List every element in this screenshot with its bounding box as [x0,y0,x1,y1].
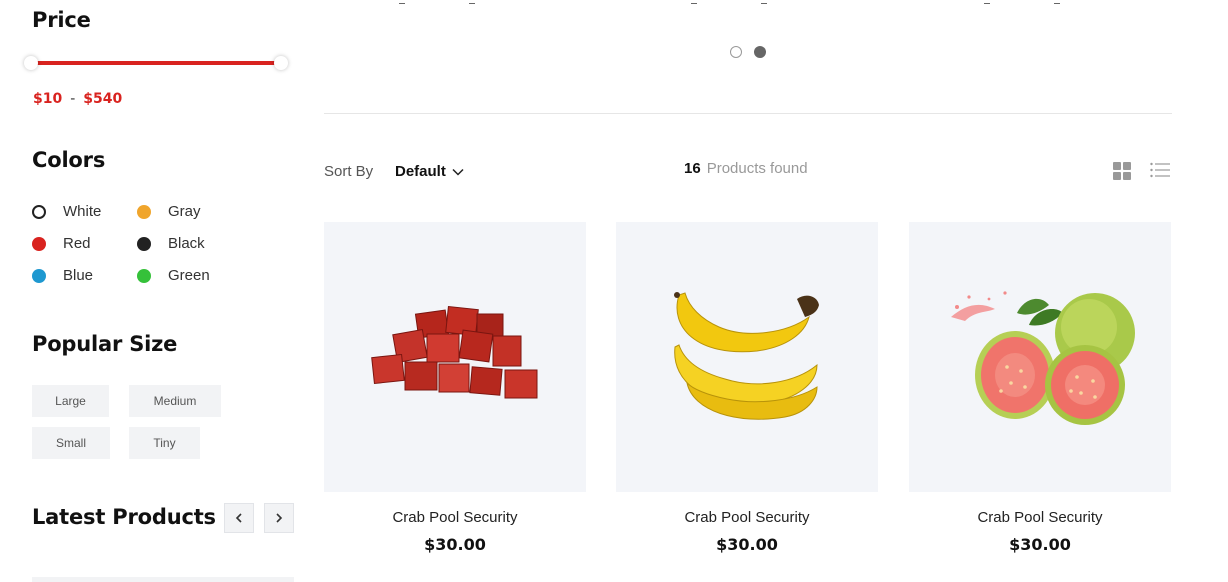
size-option-medium[interactable]: Medium [129,385,221,417]
color-label: Black [168,235,205,252]
products-found-label: Products found [706,160,808,177]
latest-product-card-peek [32,577,294,582]
color-swatch-black [137,236,151,251]
chevron-right-icon [276,513,283,523]
chevron-left-icon [235,513,242,523]
color-option-blue[interactable]: Blue [32,267,93,284]
product-price: $30.00 [424,535,486,554]
shop-page: Price $10- $540 Colors White Gray Red Bl… [0,0,1228,582]
color-option-green[interactable]: Green [137,267,210,284]
meat-cubes-image [371,305,538,399]
carousel-dot-1[interactable] [730,46,742,58]
price-slider-max-handle[interactable] [274,56,288,70]
sort-dropdown[interactable]: Default [395,163,464,180]
color-option-gray[interactable]: Gray [137,203,201,220]
guava-image [951,291,1135,425]
size-option-tiny[interactable]: Tiny [129,427,200,459]
product-price: $30.00 [716,535,778,554]
carousel-content-peek [324,0,1172,4]
color-swatch-green [137,268,151,283]
color-label: Blue [63,267,94,284]
color-label: Green [168,267,210,284]
product-listing: Sort By Default 16 Products found Crab P… [324,0,1172,582]
products-found-text: 16 Products found [684,160,808,177]
price-slider-min-handle[interactable] [24,56,38,70]
price-filter-title: Price [32,8,91,32]
size-option-small[interactable]: Small [32,427,110,459]
color-option-white[interactable]: White [32,203,101,220]
bananas-image [674,292,819,420]
product-card: Crab Pool Security $30.00 [616,222,878,554]
product-image-bananas[interactable] [616,222,878,492]
price-range-slider[interactable] [24,56,288,70]
product-price: $30.00 [1009,535,1071,554]
color-label: White [63,203,102,220]
price-range-readout: $10- $540 [33,91,122,107]
size-option-large[interactable]: Large [32,385,109,417]
product-image-guava[interactable] [909,222,1171,492]
color-swatch-gray [137,204,151,219]
color-option-red[interactable]: Red [32,235,91,252]
carousel-dot-2[interactable] [754,46,766,58]
grid-view-icon[interactable] [1113,162,1131,180]
latest-next-button[interactable] [264,503,294,533]
size-filter-title: Popular Size [32,332,178,356]
list-view-icon[interactable] [1150,162,1170,178]
color-label: Gray [168,203,201,220]
price-max-value: $540 [83,91,123,107]
color-swatch-blue [32,268,46,283]
price-min-value: $10 [33,91,63,107]
chevron-down-icon [452,168,464,176]
color-label: Red [63,235,91,252]
sort-selected-value: Default [395,163,446,180]
product-name[interactable]: Crab Pool Security [324,509,586,526]
color-swatch-white [32,204,46,219]
color-swatch-red [32,236,46,251]
color-option-black[interactable]: Black [137,235,205,252]
price-slider-track [32,61,280,65]
sort-by-label: Sort By [324,163,374,180]
latest-products-title: Latest Products [32,505,216,529]
product-card: Crab Pool Security $30.00 [324,222,586,554]
product-name[interactable]: Crab Pool Security [909,509,1171,526]
section-divider [324,113,1172,114]
product-card: Crab Pool Security $30.00 [909,222,1171,554]
product-image-meat[interactable] [324,222,586,492]
latest-prev-button[interactable] [224,503,254,533]
product-name[interactable]: Crab Pool Security [616,509,878,526]
products-found-count: 16 [684,160,701,177]
price-separator: - [70,91,76,107]
colors-filter-title: Colors [32,148,106,172]
carousel-pagination [730,46,766,58]
